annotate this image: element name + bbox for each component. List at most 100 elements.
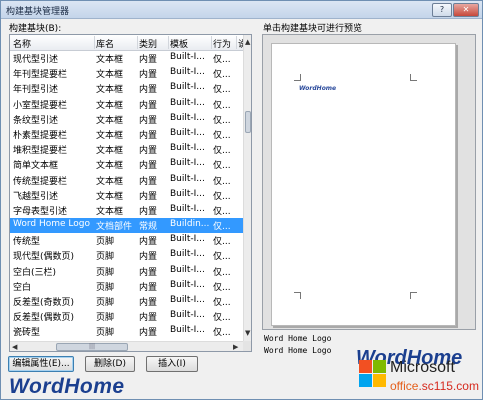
table-row[interactable]: 年刊型提要栏 文本框 内置 Built-I... 仅... (10, 66, 243, 81)
cell-category: 内置 (139, 282, 158, 293)
building-blocks-list[interactable]: 名称 库名 类别 模板 行为 说 现代型引述文本框内置Built-I...仅..… (9, 34, 252, 352)
watermark-site-a: office (390, 379, 419, 393)
edit-properties-button[interactable]: 编辑属性(E)... (8, 356, 74, 372)
cell-behavior: 仅... (213, 328, 231, 339)
table-row[interactable]: 朴素型提要栏 文本框 内置 Built-I... 仅... (10, 127, 243, 142)
table-row[interactable]: 条纹型引述 文本框 内置 Built-I... 仅... (10, 112, 243, 127)
cell-category: 内置 (139, 176, 158, 187)
list-rows: 现代型引述 文本框 内置 Built-I... 仅... 年刊型提要栏 文本框 内置 Built… (10, 51, 243, 351)
horizontal-scroll-thumb[interactable]: ||| (56, 343, 128, 351)
help-button[interactable]: ? (432, 3, 452, 17)
watermark-site-b: .sc115.com (418, 379, 479, 393)
table-row[interactable]: 反差型(奇数页) 页脚 内置 Built-I... 仅... (10, 294, 243, 309)
table-row[interactable]: 简单文本框 文本框 内置 Built-I... 仅... (10, 157, 243, 172)
cell-template: Built-I... (170, 249, 205, 260)
column-divider (94, 36, 95, 49)
cell-name: 空白 (13, 282, 32, 293)
cell-category: 常规 (139, 222, 158, 233)
table-row[interactable]: 传统型提要栏 文本框 内置 Built-I... 仅... (10, 173, 243, 188)
cell-name: 空白(三栏) (13, 267, 57, 278)
cell-library: 页脚 (96, 282, 115, 293)
table-row[interactable]: Word Home Logo 文档部件 常规 Buildin... 仅... (10, 218, 243, 234)
cell-template: Built-I... (170, 143, 205, 154)
cell-category: 内置 (139, 206, 158, 217)
cell-category: 内置 (139, 161, 158, 172)
cell-behavior: 仅... (213, 222, 231, 233)
cell-name: Word Home Logo (13, 219, 91, 230)
cell-template: Built-I... (170, 97, 205, 108)
table-row[interactable]: 传统型 页脚 内置 Built-I... 仅... (10, 233, 243, 248)
cell-name: 年刊型引述 (13, 85, 59, 96)
scroll-right-icon[interactable]: ▶ (233, 343, 238, 351)
cell-behavior: 仅... (213, 206, 231, 217)
scroll-left-icon[interactable]: ◀ (12, 343, 17, 351)
list-header: 名称 库名 类别 模板 行为 说 (10, 35, 247, 51)
cell-category: 内置 (139, 298, 158, 308)
scroll-up-icon[interactable]: ▲ (245, 38, 250, 46)
cell-template: Built-I... (170, 82, 205, 93)
cell-category: 内置 (139, 237, 158, 248)
cell-category: 内置 (139, 313, 158, 324)
column-header-category[interactable]: 类别 (139, 37, 157, 50)
column-header-name[interactable]: 名称 (13, 37, 31, 50)
cell-name: 反差型(奇数页) (13, 298, 75, 308)
cell-behavior: 仅... (213, 55, 231, 65)
cell-category: 内置 (139, 267, 158, 278)
window-title: 构建基块管理器 (6, 7, 70, 17)
close-button[interactable]: ✕ (453, 3, 479, 17)
cell-category: 内置 (139, 191, 158, 202)
table-row[interactable]: 现代型(偶数页) 页脚 内置 Built-I... 仅... (10, 248, 243, 263)
cell-library: 页脚 (96, 298, 115, 308)
cell-behavior: 仅... (213, 282, 231, 293)
insert-button[interactable]: 插入(I) (146, 356, 198, 372)
cell-behavior: 仅... (213, 130, 231, 141)
microsoft-logo-icon (359, 360, 387, 388)
cell-template: Built-I... (170, 203, 205, 214)
table-row[interactable]: 飞越型引述 文本框 内置 Built-I... 仅... (10, 188, 243, 203)
cell-template: Built-I... (170, 234, 205, 245)
horizontal-scrollbar[interactable]: ◀ ||| ▶ (10, 341, 243, 351)
table-row[interactable]: 空白 页脚 内置 Built-I... 仅... (10, 279, 243, 294)
cell-template: Buildin... (170, 219, 210, 230)
column-header-behavior[interactable]: 行为 (213, 37, 231, 50)
cell-category: 内置 (139, 130, 158, 141)
delete-button[interactable]: 删除(D) (85, 356, 135, 372)
cell-library: 页脚 (96, 252, 115, 263)
column-header-library[interactable]: 库名 (96, 37, 114, 50)
cell-name: 飞越型引述 (13, 191, 59, 202)
vertical-scrollbar[interactable]: ▲ ▼ (243, 35, 251, 341)
cell-category: 内置 (139, 328, 158, 339)
cell-library: 文本框 (96, 55, 124, 65)
table-row[interactable]: 现代型引述 文本框 内置 Built-I... 仅... (10, 51, 243, 66)
cell-library: 页脚 (96, 313, 115, 324)
cell-name: 堆积型提要栏 (13, 146, 68, 157)
cell-library: 页脚 (96, 328, 115, 339)
cell-library: 文本框 (96, 115, 124, 126)
column-divider (211, 36, 212, 49)
cell-behavior: 仅... (213, 237, 231, 248)
preview-logo-text: WordHome (299, 85, 337, 92)
table-row[interactable]: 堆积型提要栏 文本框 内置 Built-I... 仅... (10, 142, 243, 157)
preview-page: WordHome (271, 43, 456, 326)
table-row[interactable]: 字母表型引述 文本框 内置 Built-I... 仅... (10, 203, 243, 218)
column-divider (137, 36, 138, 49)
cell-template: Built-I... (170, 279, 205, 290)
table-row[interactable]: 瓷砖型 页脚 内置 Built-I... 仅... (10, 324, 243, 339)
table-row[interactable]: 年刊型引述 文本框 内置 Built-I... 仅... (10, 81, 243, 96)
cell-behavior: 仅... (213, 298, 231, 308)
cell-template: Built-I... (170, 158, 205, 169)
cell-name: 字母表型引述 (13, 206, 68, 217)
watermark-wordhome-left: WordHome (9, 375, 125, 398)
preview-block-description: Word Home Logo (264, 346, 332, 355)
scroll-down-icon[interactable]: ▼ (245, 329, 250, 337)
cell-name: 朴素型提要栏 (13, 130, 68, 141)
preview-pane: WordHome (262, 34, 476, 330)
cell-template: Built-I... (170, 310, 205, 321)
vertical-scroll-thumb[interactable] (245, 111, 251, 133)
table-row[interactable]: 反差型(偶数页) 页脚 内置 Built-I... 仅... (10, 309, 243, 324)
column-header-template[interactable]: 模板 (170, 37, 188, 50)
cell-library: 文本框 (96, 161, 124, 172)
table-row[interactable]: 小室型提要栏 文本框 内置 Built-I... 仅... (10, 97, 243, 112)
scrollbar-corner (243, 341, 251, 351)
table-row[interactable]: 空白(三栏) 页脚 内置 Built-I... 仅... (10, 264, 243, 279)
